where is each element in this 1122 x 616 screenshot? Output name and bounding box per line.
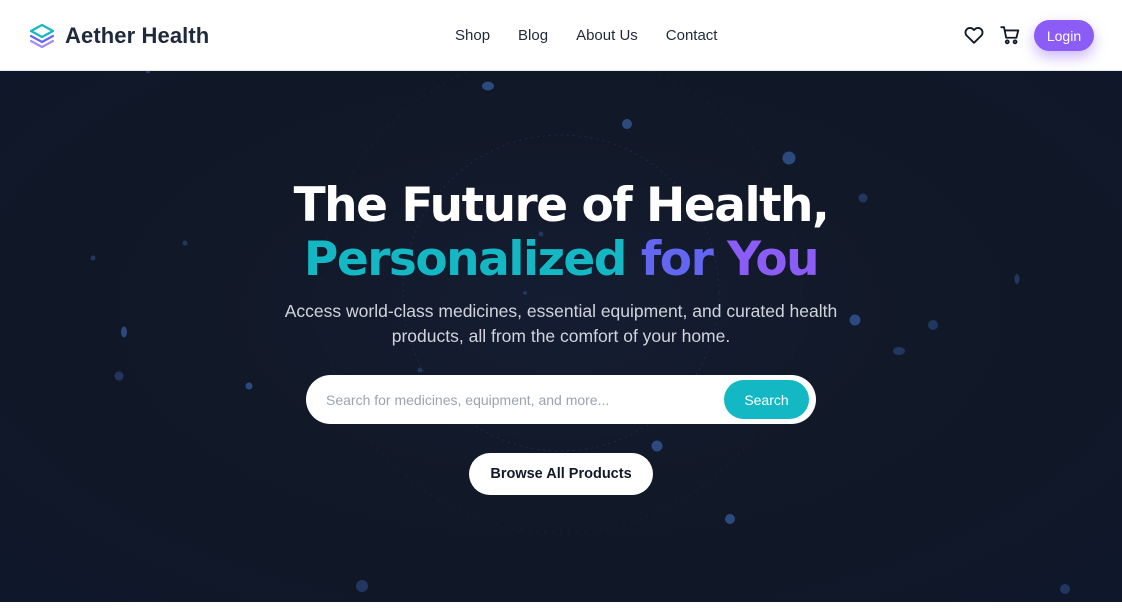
top-navbar: Aether Health Shop Blog About Us Contact… bbox=[0, 0, 1122, 71]
nav-link-blog[interactable]: Blog bbox=[518, 26, 548, 46]
nav-link-about-us[interactable]: About Us bbox=[576, 26, 638, 46]
brand-logo-link[interactable]: Aether Health bbox=[28, 20, 209, 52]
cart-icon[interactable] bbox=[999, 24, 1021, 46]
hero-title-word-personalized: Personalized bbox=[303, 232, 628, 287]
hero-title-line-2: Personalized for You bbox=[0, 233, 1122, 287]
hero-title-word-you: You bbox=[727, 232, 819, 287]
heart-icon[interactable] bbox=[963, 24, 985, 46]
hero-subtitle: Access world-class medicines, essential … bbox=[284, 301, 838, 346]
hero-title: The Future of Health, Personalized for Y… bbox=[0, 179, 1122, 287]
brand-name: Aether Health bbox=[65, 23, 210, 48]
main-nav: Shop Blog About Us Contact bbox=[455, 26, 717, 46]
nav-link-contact[interactable]: Contact bbox=[666, 26, 718, 46]
login-button[interactable]: Login bbox=[1034, 20, 1094, 51]
hero-section: The Future of Health, Personalized for Y… bbox=[0, 71, 1122, 602]
search-button[interactable]: Search bbox=[724, 380, 809, 419]
browse-all-products-button[interactable]: Browse All Products bbox=[469, 453, 653, 495]
search-input[interactable] bbox=[326, 387, 706, 412]
layers-icon bbox=[29, 23, 55, 49]
nav-link-shop[interactable]: Shop bbox=[455, 26, 490, 46]
hero-title-word-for: for bbox=[640, 232, 714, 287]
hero-search-bar: Search bbox=[306, 375, 816, 424]
hero-title-line-1: The Future of Health, bbox=[293, 178, 830, 233]
